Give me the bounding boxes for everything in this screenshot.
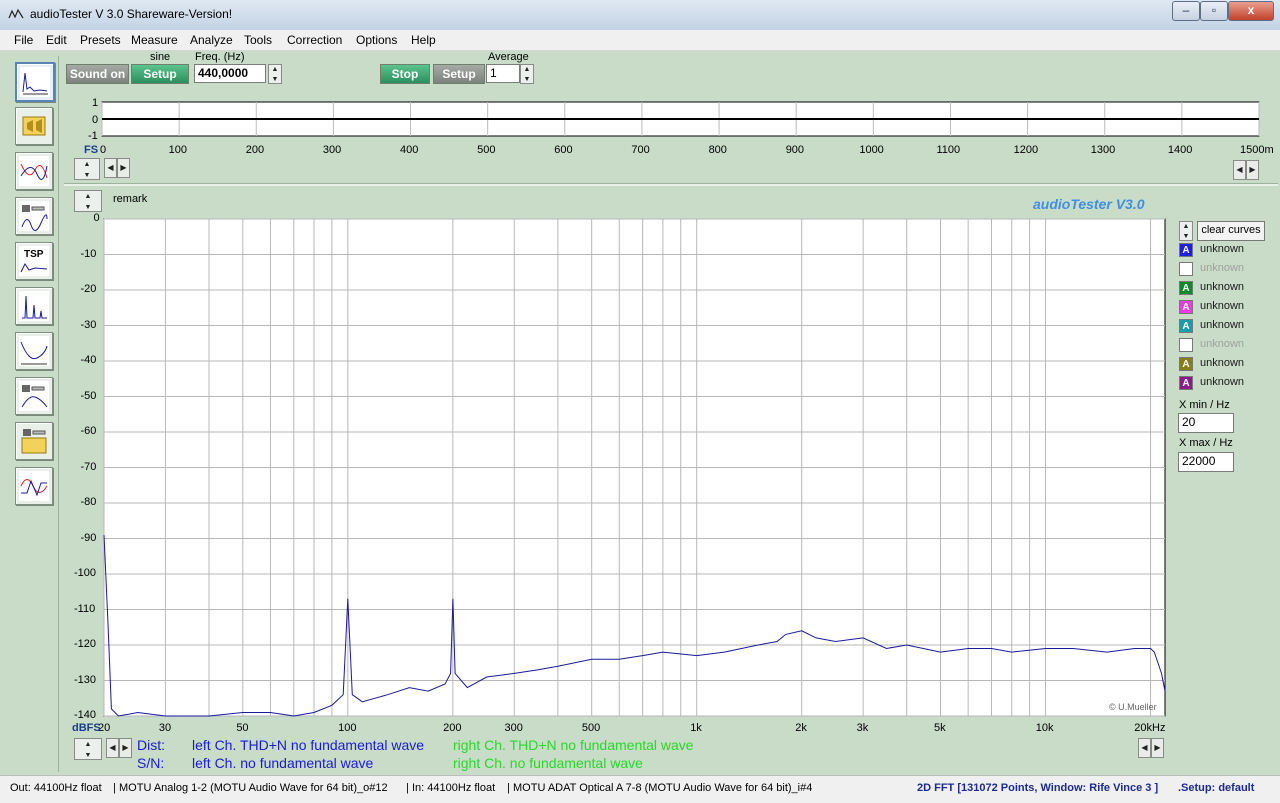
xmax-input[interactable]: 22000 xyxy=(1178,452,1234,472)
fft-x-tick: 10k xyxy=(1035,722,1054,734)
fft-y-tick: 0 xyxy=(93,212,100,224)
fft-y-tick: -30 xyxy=(80,318,97,331)
curve-label: unknown xyxy=(1200,243,1245,255)
curve-color-swatch[interactable]: A xyxy=(1179,357,1193,371)
fft-y-tick: -120 xyxy=(74,638,97,650)
status-output-format: Out: 44100Hz float xyxy=(10,782,102,794)
left-sn-readout: left Ch. no fundamental wave xyxy=(192,755,374,771)
fft-scroll-left[interactable]: ◀ xyxy=(106,738,119,758)
fft-y-tick: -10 xyxy=(80,247,97,260)
right-sn-readout: right Ch. no fundamental wave xyxy=(453,755,643,771)
xmin-label: X min / Hz xyxy=(1179,399,1230,411)
curve-label: unknown xyxy=(1200,300,1245,312)
curve-label: unknown xyxy=(1200,338,1245,350)
fft-y-tick: -90 xyxy=(80,531,97,544)
fft-x-tick: 20kHz xyxy=(1134,722,1166,734)
fft-zoom-right[interactable]: ▶ xyxy=(1151,738,1164,758)
curve-color-swatch[interactable]: A xyxy=(1179,281,1193,295)
fft-y-tick: -110 xyxy=(74,602,96,615)
curve-color-swatch[interactable] xyxy=(1179,262,1193,276)
fft-chart xyxy=(103,218,1166,717)
fft-x-tick: 200 xyxy=(443,722,462,734)
curve-color-swatch[interactable]: A xyxy=(1179,243,1193,257)
curve-label: unknown xyxy=(1200,357,1245,369)
clear-curves-button[interactable]: clear curves xyxy=(1197,221,1265,241)
status-input-format: In: 44100Hz float xyxy=(412,782,496,794)
fft-y-tick: -80 xyxy=(80,496,97,508)
curve-color-swatch[interactable] xyxy=(1179,338,1193,352)
curve-label: unknown xyxy=(1200,281,1245,293)
sn-label: S/N: xyxy=(137,755,165,771)
dist-label: Dist: xyxy=(137,737,165,753)
xmax-label: X max / Hz xyxy=(1179,437,1233,449)
copyright-label: © U.Mueller xyxy=(1109,702,1157,712)
fft-y-tick: -60 xyxy=(80,425,97,437)
fft-x-tick: 100 xyxy=(338,722,357,734)
fft-y-tick: -140 xyxy=(74,709,97,721)
status-bar: Out: 44100Hz float | MOTU Analog 1-2 (MO… xyxy=(0,775,1280,803)
fft-scale-spinner[interactable]: ▲ ▼ xyxy=(74,738,102,760)
fft-x-tick: 500 xyxy=(581,722,601,734)
fft-y-tick: -20 xyxy=(80,283,97,295)
fft-y-tick: -50 xyxy=(80,389,97,402)
curve-color-swatch[interactable]: A xyxy=(1179,300,1193,314)
fft-x-tick: 1k xyxy=(690,722,702,734)
fft-x-tick: 50 xyxy=(236,722,249,734)
right-thd-readout: right Ch. THD+N no fundamental wave xyxy=(453,737,694,753)
fft-x-tick: 300 xyxy=(504,722,523,734)
status-output-device: MOTU Analog 1-2 (MOTU Audio Wave for 64 … xyxy=(119,782,388,794)
fft-y-tick: -40 xyxy=(80,354,97,366)
fft-scroll-right[interactable]: ▶ xyxy=(119,738,132,758)
fft-y-tick: -130 xyxy=(74,673,97,686)
fft-y-tick: -70 xyxy=(80,460,97,473)
fft-zoom-left[interactable]: ◀ xyxy=(1138,738,1151,758)
fft-x-tick: 2k xyxy=(795,722,807,734)
curve-color-swatch[interactable]: A xyxy=(1179,376,1193,390)
fft-x-tick: 30 xyxy=(158,722,172,734)
legend-spinner[interactable]: ▲ ▼ xyxy=(1179,221,1193,241)
xmin-input[interactable]: 20 xyxy=(1178,413,1234,433)
fft-x-tick: 3k xyxy=(856,722,869,734)
left-thd-readout: left Ch. THD+N no fundamental wave xyxy=(192,737,425,753)
status-input-device: MOTU ADAT Optical A 7-8 (MOTU Audio Wave… xyxy=(513,782,813,794)
fft-x-tick: 5k xyxy=(934,722,946,734)
status-analysis-mode: 2D FFT [131072 Points, Window: Rife Vinc… xyxy=(917,782,1159,794)
fft-unit-label: dBFS xyxy=(72,722,101,734)
fft-y-tick: -100 xyxy=(74,567,97,579)
curve-label: unknown xyxy=(1200,376,1245,388)
curve-label: unknown xyxy=(1200,262,1245,274)
curve-label: unknown xyxy=(1200,319,1245,331)
status-setup: .Setup: default xyxy=(1178,782,1255,794)
curve-color-swatch[interactable]: A xyxy=(1179,319,1193,333)
